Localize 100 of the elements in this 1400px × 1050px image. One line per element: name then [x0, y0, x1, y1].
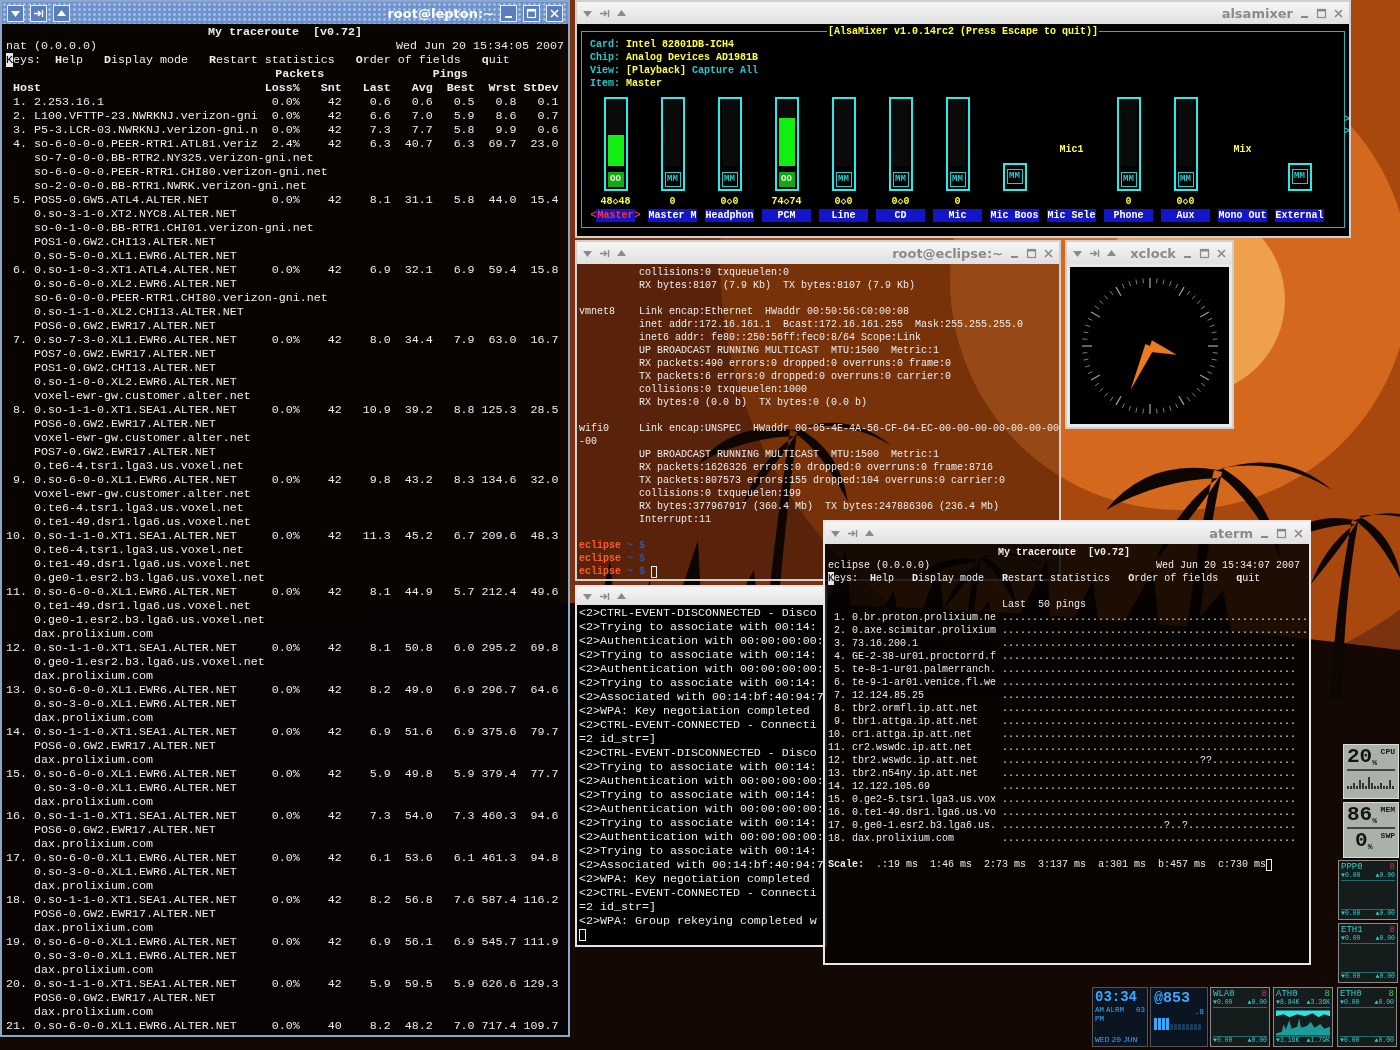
- scale-item: 1:46 ms: [930, 858, 973, 871]
- table-cell: 5.8: [453, 123, 475, 137]
- minimize-icon[interactable]: [500, 4, 517, 22]
- channel-name[interactable]: Mic: [933, 208, 982, 222]
- table-cell: 8.0: [369, 333, 391, 347]
- table-cell: 43.2: [404, 473, 433, 487]
- volume-slider[interactable]: MM: [1116, 97, 1141, 191]
- prompt-host: eclipse: [579, 552, 621, 565]
- maximize-icon[interactable]: [1026, 247, 1037, 259]
- volume-slider[interactable]: MM: [1173, 97, 1198, 191]
- caret-up-icon[interactable]: [616, 590, 627, 602]
- volume-slider[interactable]: MM: [717, 97, 742, 191]
- arrow-to-bar-icon[interactable]: [599, 590, 610, 602]
- close-icon[interactable]: [1216, 247, 1227, 259]
- log-line: <2>CTRL-EVENT-CONNECTED - Connecti: [579, 718, 817, 732]
- mute-toggle[interactable]: MM: [949, 172, 966, 187]
- caret-up-icon[interactable]: [616, 7, 627, 19]
- hop-number: 17.: [6, 851, 27, 865]
- field-label: View:: [590, 64, 620, 77]
- close-icon[interactable]: [1043, 247, 1054, 259]
- alternate-host: dax.prolixium.com: [33, 711, 153, 725]
- table-cell: 69.8: [530, 641, 559, 655]
- log-line: <2>Associated with 00:14:bf:40:94:7: [579, 858, 824, 872]
- hop-number: 20.: [6, 977, 27, 991]
- table-cell: 7.0: [453, 1019, 475, 1033]
- host-name: 0.so-1-1-0.XT1.SEA1.ALTER.NET: [33, 725, 237, 739]
- graph-area: [1340, 1007, 1394, 1037]
- table-cell: 42: [327, 851, 342, 865]
- caret-up-icon[interactable]: [1106, 247, 1117, 259]
- volume-slider[interactable]: MM: [945, 97, 970, 191]
- channel-name[interactable]: Master M: [648, 208, 697, 222]
- hop-number: 1.: [834, 612, 846, 623]
- volume-slider[interactable]: MM: [660, 97, 685, 191]
- caret-up-icon[interactable]: [616, 247, 627, 259]
- view-option[interactable]: Capture: [692, 64, 735, 77]
- ping-history: .................................................: [1002, 676, 1297, 689]
- table-cell: 0.0%: [271, 1019, 300, 1033]
- switch-box[interactable]: MM: [1287, 163, 1312, 191]
- mute-toggle[interactable]: MM: [1006, 169, 1023, 184]
- arrow-to-bar-icon[interactable]: [599, 247, 610, 259]
- mute-toggle[interactable]: MM: [1177, 172, 1194, 187]
- caret-down-icon[interactable]: [7, 4, 24, 22]
- hop-number: 21.: [6, 1019, 27, 1033]
- ping-history: .................................................: [1002, 741, 1297, 754]
- key-hint: Restart statistics: [208, 53, 335, 67]
- log-line: =2 id_str=]: [579, 900, 656, 914]
- close-icon[interactable]: [1333, 7, 1344, 19]
- table-cell: 0.0%: [271, 809, 300, 823]
- caret-up-icon[interactable]: [53, 4, 70, 22]
- table-cell: 44.0: [488, 193, 517, 207]
- channel-name[interactable]: Mono Out: [1218, 208, 1267, 222]
- selection-mark: <: [590, 208, 597, 222]
- channel-name[interactable]: Headphon: [705, 208, 754, 222]
- mute-toggle[interactable]: MM: [892, 172, 909, 187]
- interface-name: wifi0: [579, 423, 609, 434]
- swap-percent: 0: [1355, 831, 1368, 851]
- channel-name[interactable]: Mic Boos: [990, 208, 1039, 222]
- table-cell: 0.7: [537, 109, 559, 123]
- switch-box[interactable]: MM: [1002, 163, 1027, 191]
- interface-name: vmnet8: [579, 306, 615, 317]
- channel-name[interactable]: CD: [876, 208, 925, 222]
- view-option[interactable]: All: [740, 64, 759, 77]
- channel-name[interactable]: Phone: [1104, 208, 1153, 222]
- mute-toggle[interactable]: MM: [1291, 169, 1308, 184]
- channel-name[interactable]: PCM: [762, 208, 811, 222]
- alternate-host: so-0-1-0-0.BB-RTR1.CHI01.verizon-gni.net: [33, 221, 314, 235]
- table-cell: 0.0%: [271, 683, 300, 697]
- channel-name[interactable]: External: [1275, 208, 1324, 222]
- graph-area: [1341, 943, 1395, 973]
- interface-name: ATH0: [1276, 989, 1298, 999]
- arrow-to-bar-icon[interactable]: [1089, 247, 1100, 259]
- table-cell: 94.6: [530, 809, 559, 823]
- arrow-to-bar-icon[interactable]: [599, 7, 610, 19]
- mute-toggle[interactable]: MM: [835, 172, 852, 187]
- maximize-icon[interactable]: [1316, 7, 1327, 19]
- host-name: 0.so-1-1-0.XT1.SEA1.ALTER.NET: [33, 529, 237, 543]
- maximize-icon[interactable]: [1199, 247, 1210, 259]
- arrow-to-bar-icon[interactable]: [847, 527, 858, 539]
- table-cell: 0.0%: [271, 263, 300, 277]
- volume-slider[interactable]: MM: [831, 97, 856, 191]
- table-cell: 56.8: [404, 893, 433, 907]
- table-cell: 8.1: [369, 585, 391, 599]
- table-cell: 8.1: [369, 641, 391, 655]
- mute-toggle[interactable]: MM: [721, 172, 738, 187]
- host-name: cr1.attga.ip.att.net: [852, 729, 973, 740]
- mute-toggle[interactable]: MM: [1120, 172, 1137, 187]
- scale-item: c:730 ms: [1218, 858, 1267, 871]
- table-cell: 63.0: [488, 333, 517, 347]
- channel-name[interactable]: Mic Sele: [1047, 208, 1096, 222]
- view-option[interactable]: [Playback]: [626, 64, 687, 77]
- channel-name[interactable]: Aux: [1161, 208, 1210, 222]
- column-header: Wrst: [488, 81, 517, 95]
- mute-toggle[interactable]: MM: [664, 172, 681, 187]
- table-cell: 56.1: [404, 935, 433, 949]
- maximize-icon[interactable]: [1276, 527, 1287, 539]
- table-cell: 59.5: [404, 977, 433, 991]
- volume-slider[interactable]: MM: [888, 97, 913, 191]
- close-icon[interactable]: [1293, 527, 1304, 539]
- channel-name[interactable]: Line: [819, 208, 868, 222]
- caret-up-icon[interactable]: [864, 527, 875, 539]
